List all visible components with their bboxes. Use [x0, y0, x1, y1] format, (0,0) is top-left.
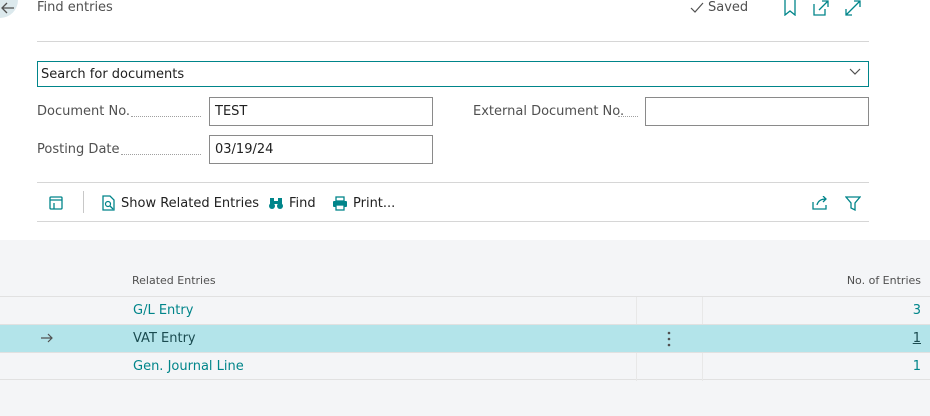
checkmark-icon: [690, 2, 704, 13]
back-button[interactable]: [0, 0, 18, 18]
row-entry-count[interactable]: 3: [913, 303, 921, 318]
back-arrow-icon: [1, 2, 14, 14]
document-no-input[interactable]: TEST: [209, 97, 433, 126]
external-document-no-leader: [618, 116, 638, 117]
row-entry-count[interactable]: 1: [913, 359, 921, 374]
binoculars-icon: [269, 198, 283, 209]
print-button[interactable]: Print...: [332, 192, 395, 214]
page-layout-icon: [49, 196, 63, 210]
row-related-entry-name[interactable]: G/L Entry: [133, 303, 193, 318]
saved-status: Saved: [690, 0, 748, 15]
more-options-icon[interactable]: [666, 331, 672, 347]
filter-button[interactable]: [845, 192, 861, 214]
posting-date-input[interactable]: 03/19/24: [209, 135, 433, 164]
header-divider: [37, 41, 869, 42]
column-divider: [702, 353, 703, 381]
row-entry-count[interactable]: 1: [913, 331, 921, 346]
column-divider: [636, 353, 637, 381]
posting-date-label: Posting Date: [37, 142, 120, 157]
posting-date-leader: [121, 154, 201, 155]
share-icon: [812, 196, 827, 210]
printer-icon: [333, 195, 347, 211]
toolbar-divider: [83, 191, 84, 213]
document-search-icon: [102, 195, 115, 211]
document-no-label: Document No.: [37, 104, 131, 119]
column-divider: [702, 297, 703, 325]
search-documents-value: Search for documents: [41, 66, 185, 82]
page-view-button[interactable]: [48, 192, 64, 214]
external-document-no-label: External Document No.: [473, 104, 625, 119]
row-related-entry-name[interactable]: Gen. Journal Line: [133, 359, 244, 374]
expand-icon[interactable]: [845, 0, 861, 16]
table-row[interactable]: G/L Entry 3: [0, 296, 930, 325]
search-documents-dropdown[interactable]: Search for documents: [37, 61, 869, 87]
show-related-entries-label: Show Related Entries: [121, 195, 259, 211]
column-header-no-of-entries[interactable]: No. of Entries: [847, 274, 921, 287]
table-row-selected[interactable]: VAT Entry 1: [0, 324, 930, 352]
external-document-no-input[interactable]: [645, 97, 869, 126]
chevron-down-icon: [849, 68, 861, 75]
print-label: Print...: [353, 195, 396, 211]
find-button[interactable]: Find: [268, 192, 316, 214]
column-header-related-entries[interactable]: Related Entries: [132, 274, 216, 287]
filter-icon: [845, 195, 861, 211]
current-row-arrow-icon: [41, 333, 53, 343]
column-divider: [636, 297, 637, 325]
row-related-entry-name[interactable]: VAT Entry: [133, 331, 196, 346]
open-in-new-window-icon[interactable]: [813, 0, 829, 16]
page-title: Find entries: [37, 0, 113, 15]
bookmark-icon[interactable]: [782, 0, 798, 16]
saved-label: Saved: [708, 0, 749, 15]
show-related-entries-button[interactable]: Show Related Entries: [102, 192, 259, 214]
toolbar-bottom-divider: [37, 221, 869, 222]
share-button[interactable]: [812, 192, 828, 214]
toolbar-top-divider: [37, 182, 869, 183]
table-row[interactable]: Gen. Journal Line 1: [0, 352, 930, 381]
document-no-leader: [131, 116, 201, 117]
find-label: Find: [289, 195, 316, 211]
